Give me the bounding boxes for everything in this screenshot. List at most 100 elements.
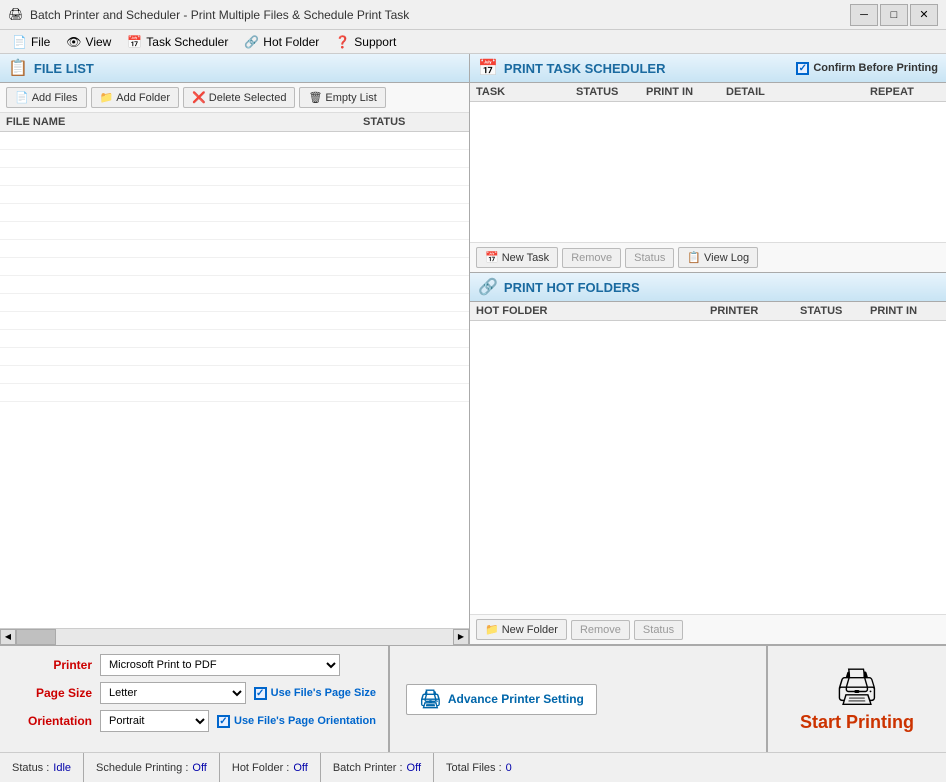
add-folder-button[interactable]: 📁 Add Folder (91, 87, 180, 108)
hot-folder-status: Hot Folder : Off (220, 753, 321, 782)
hotfolder-table-header: HOT FOLDER PRINTER STATUS PRINT IN (470, 302, 946, 321)
new-task-button[interactable]: 📅 New Task (476, 247, 558, 268)
remove-task-label: Remove (571, 252, 612, 264)
hotfolder-title: PRINT HOT FOLDERS (504, 280, 640, 295)
status-bar: Status : Idle Schedule Printing : Off Ho… (0, 752, 946, 782)
menu-hot-folder[interactable]: 🔗 Hot Folder (236, 33, 327, 51)
menu-task-scheduler-label: Task Scheduler (146, 35, 228, 49)
table-row (0, 168, 469, 186)
delete-selected-button[interactable]: ❌ Delete Selected (183, 87, 295, 108)
task-col-header: TASK (476, 86, 576, 98)
file-list-title: FILE LIST (34, 61, 94, 76)
scroll-left-arrow[interactable]: ◀ (0, 629, 16, 645)
hot-folder-value: Off (293, 762, 307, 774)
adv-printer-button[interactable]: 🖨 Advance Printer Setting (406, 684, 597, 715)
total-files-status: Total Files : 0 (434, 753, 524, 782)
menu-task-scheduler[interactable]: 📅 Task Scheduler (119, 33, 236, 51)
add-files-button[interactable]: 📄 Add Files (6, 87, 87, 108)
add-folder-icon: 📁 (100, 91, 114, 104)
table-row (0, 294, 469, 312)
remove-task-button[interactable]: Remove (562, 248, 621, 268)
use-file-page-size-checkbox[interactable]: ✓ (254, 687, 267, 700)
menu-file[interactable]: 📄 File (4, 33, 58, 51)
orientation-label: Orientation (12, 714, 92, 728)
maximize-button[interactable]: □ (880, 4, 908, 26)
scheduler-toolbar: 📅 New Task Remove Status 📋 View Log (470, 242, 946, 272)
hotfolder-header: 🔗 PRINT HOT FOLDERS (470, 273, 946, 302)
use-file-orientation-checkbox[interactable]: ✓ (217, 715, 230, 728)
empty-list-button[interactable]: 🗑 Empty List (299, 87, 385, 108)
table-row (0, 222, 469, 240)
file-icon: 📄 (12, 35, 27, 49)
file-table-header: FILE NAME STATUS (0, 113, 469, 132)
empty-list-label: Empty List (325, 92, 376, 104)
minimize-button[interactable]: ─ (850, 4, 878, 26)
window-controls: ─ □ ✕ (850, 4, 938, 26)
scroll-right-arrow[interactable]: ▶ (453, 629, 469, 645)
empty-icon: 🗑 (308, 91, 322, 104)
table-row (0, 330, 469, 348)
menu-hot-folder-label: Hot Folder (263, 35, 319, 49)
delete-selected-label: Delete Selected (209, 92, 287, 104)
status-task-button[interactable]: Status (625, 248, 674, 268)
confirm-label: Confirm Before Printing (813, 62, 938, 74)
table-row (0, 204, 469, 222)
use-file-page-size-container[interactable]: ✓ Use File's Page Size (254, 687, 376, 700)
hot-folders-section: 🔗 PRINT HOT FOLDERS HOT FOLDER PRINTER S… (470, 273, 946, 644)
file-list-icon: 📋 (8, 58, 28, 78)
total-files-value: 0 (506, 762, 512, 774)
start-printing-icon: 🖨 (834, 666, 880, 708)
task-table-body[interactable] (470, 102, 946, 242)
menu-bar: 📄 File 👁 View 📅 Task Scheduler 🔗 Hot Fol… (0, 30, 946, 54)
hf-status-label: Status (643, 624, 674, 636)
task-table-header: TASK STATUS PRINT IN DETAIL REPEAT (470, 83, 946, 102)
start-printing-button[interactable]: 🖨 Start Printing (784, 658, 930, 741)
hotfolder-table-body[interactable] (470, 321, 946, 614)
table-row (0, 258, 469, 276)
settings-panel: Printer Microsoft Print to PDF Page Size… (0, 644, 946, 752)
menu-support[interactable]: ❓ Support (327, 33, 404, 51)
orientation-row: Orientation Portrait ✓ Use File's Page O… (12, 710, 376, 732)
confirm-checkbox-container[interactable]: ✓ Confirm Before Printing (796, 62, 938, 75)
printer-select[interactable]: Microsoft Print to PDF (100, 654, 340, 676)
file-table-body[interactable] (0, 132, 469, 628)
add-files-label: Add Files (32, 92, 78, 104)
adv-printer-label: Advance Printer Setting (448, 692, 584, 706)
title-bar-text: Batch Printer and Scheduler - Print Mult… (30, 8, 850, 22)
printer-col: PRINTER (710, 305, 800, 317)
add-files-icon: 📄 (15, 91, 29, 104)
repeat-col-header: REPEAT (870, 86, 940, 98)
view-log-button[interactable]: 📋 View Log (678, 247, 758, 268)
scroll-thumb[interactable] (16, 629, 56, 645)
hot-folder-col: HOT FOLDER (476, 305, 710, 317)
title-bar: 🖨 Batch Printer and Scheduler - Print Mu… (0, 0, 946, 30)
batch-printer-label: Batch Printer : (333, 762, 403, 774)
calendar-icon: 📅 (127, 35, 142, 49)
hf-status-button[interactable]: Status (634, 620, 683, 640)
horizontal-scrollbar[interactable]: ◀ ▶ (0, 628, 469, 644)
scroll-track[interactable] (16, 629, 453, 645)
new-folder-label: New Folder (502, 624, 558, 636)
main-content: 📋 FILE LIST 📄 Add Files 📁 Add Folder ❌ D… (0, 54, 946, 644)
orientation-select[interactable]: Portrait (100, 710, 209, 732)
close-button[interactable]: ✕ (910, 4, 938, 26)
status-label: Status : (12, 762, 49, 774)
remove-folder-button[interactable]: Remove (571, 620, 630, 640)
schedule-printing-status: Schedule Printing : Off (84, 753, 220, 782)
hf-print-in-col: PRINT IN (870, 305, 940, 317)
table-row (0, 150, 469, 168)
start-printing-section: 🖨 Start Printing (766, 646, 946, 752)
hotfolder-icon: 🔗 (244, 35, 259, 49)
confirm-checkbox[interactable]: ✓ (796, 62, 809, 75)
menu-view-label: View (86, 35, 112, 49)
new-task-icon: 📅 (485, 251, 499, 264)
file-list-header: 📋 FILE LIST (0, 54, 469, 83)
hotfolder-icon: 🔗 (478, 277, 498, 297)
table-row (0, 240, 469, 258)
hotfolder-toolbar: 📁 New Folder Remove Status (470, 614, 946, 644)
page-size-select[interactable]: Letter (100, 682, 246, 704)
menu-view[interactable]: 👁 View (58, 33, 119, 51)
new-folder-button[interactable]: 📁 New Folder (476, 619, 567, 640)
use-file-orientation-container[interactable]: ✓ Use File's Page Orientation (217, 715, 376, 728)
table-row (0, 348, 469, 366)
